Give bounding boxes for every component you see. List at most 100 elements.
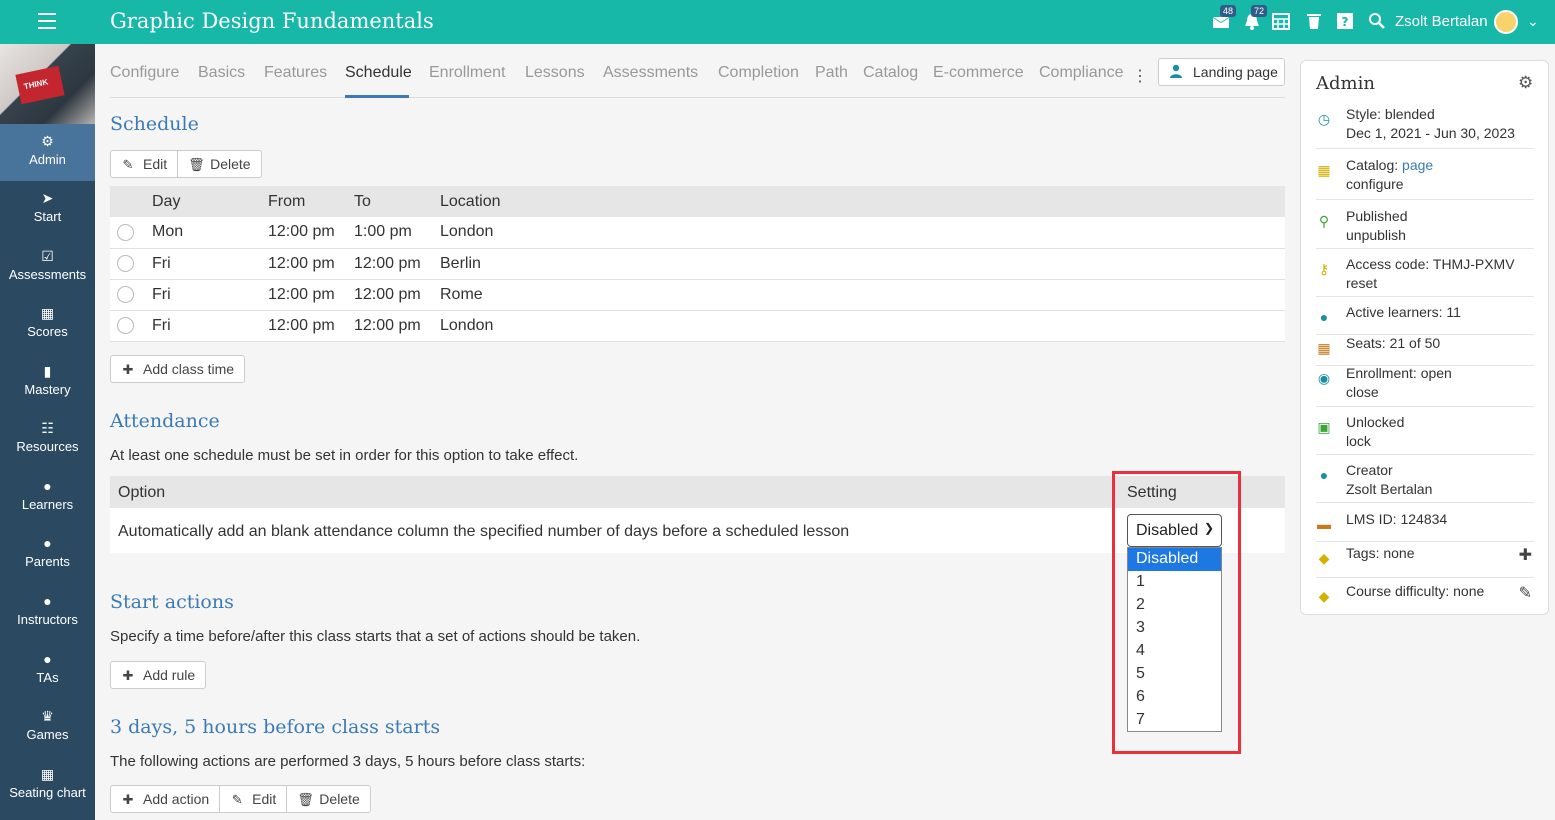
schedule-table: Day From To Location Mon 12:00 pm 1:00 p… [110, 186, 1285, 342]
row-radio[interactable] [117, 285, 134, 303]
trash-icon: 🗑 [297, 792, 314, 807]
delete-button[interactable]: 🗑 Delete [178, 151, 260, 177]
sidebar-item-learners[interactable]: ● Learners [0, 469, 95, 526]
reset-link[interactable]: reset [1346, 275, 1377, 291]
sidebar-item-parents[interactable]: ● Parents [0, 526, 95, 583]
tab-catalog[interactable]: Catalog [863, 64, 918, 82]
admin-panel-title: Admin [1316, 73, 1375, 94]
sidebar-item-scores[interactable]: ▦ Scores [0, 296, 95, 353]
sidebar-item-mastery[interactable]: ▮ Mastery [0, 354, 95, 411]
column-header: Option [118, 484, 166, 501]
table-icon: ▦ [40, 305, 55, 321]
table-row: Mon 12:00 pm 1:00 pm London [110, 217, 1285, 249]
catalog-configure-link[interactable]: configure [1346, 176, 1404, 192]
seats-icon: ▦ [1317, 340, 1331, 356]
sidebar-item-assessments[interactable]: ☑ Assessments [0, 239, 95, 296]
unpublish-link[interactable]: unpublish [1346, 227, 1406, 243]
notifications-icon[interactable]: 72 [1242, 5, 1268, 32]
menu-icon[interactable] [38, 13, 56, 29]
add-tag-icon[interactable]: ✚ [1519, 545, 1532, 565]
tab-enrollment[interactable]: Enrollment [429, 64, 505, 82]
attendance-heading: Attendance [110, 410, 220, 432]
person-icon: ● [43, 478, 52, 494]
rule-note: The following actions are performed 3 da… [110, 753, 586, 770]
lock-link[interactable]: lock [1346, 433, 1371, 449]
landing-page-button[interactable]: Landing page [1158, 58, 1285, 86]
table-row: Automatically add an blank attendance co… [110, 508, 1285, 553]
add-action-button[interactable]: ✚ Add action [111, 786, 221, 812]
tab-basics[interactable]: Basics [198, 64, 245, 82]
tab-compliance[interactable]: Compliance [1039, 64, 1123, 82]
more-icon[interactable]: ⋮ [1132, 66, 1148, 86]
tab-path[interactable]: Path [815, 64, 848, 82]
row-radio[interactable] [117, 254, 134, 272]
avatar[interactable] [1494, 10, 1518, 34]
search-icon: ⚲ [1318, 213, 1330, 229]
lms-id-item: ▬ LMS ID: 124834 [1316, 511, 1534, 542]
sidebar-item-start[interactable]: ➤ Start [0, 181, 95, 238]
table-row: Fri 12:00 pm 12:00 pm Rome [110, 279, 1285, 311]
tab-completion[interactable]: Completion [718, 64, 799, 82]
edit-difficulty-icon[interactable]: ✎ [1519, 583, 1532, 603]
sidebar-item-instructors[interactable]: ● Instructors [0, 584, 95, 641]
sidebar-item-games[interactable]: ♛ Games [0, 699, 95, 756]
table-row: Fri 12:00 pm 12:00 pm Berlin [110, 248, 1285, 280]
checkbox-icon: ☑ [41, 248, 54, 264]
close-enrollment-link[interactable]: close [1346, 384, 1379, 400]
search-icon[interactable] [1368, 12, 1388, 32]
tab-lessons[interactable]: Lessons [525, 64, 585, 82]
bar-chart-icon: ▮ [43, 363, 52, 379]
tab-assessments[interactable]: Assessments [603, 64, 698, 82]
help-icon[interactable]: ? [1337, 12, 1357, 32]
rule-heading: 3 days, 5 hours before class starts [110, 716, 441, 738]
tab-bar: Configure Basics Features Schedule Enrol… [110, 58, 1285, 98]
chevron-down-icon[interactable]: ⌄ [1527, 13, 1539, 30]
person-icon: ● [1319, 467, 1329, 483]
sidebar-item-tas[interactable]: ● TAs [0, 642, 95, 699]
add-class-time-button[interactable]: ✚ Add class time [111, 356, 244, 382]
person-icon: ● [43, 593, 52, 609]
attendance-table-header: Option Setting [110, 476, 1285, 508]
tab-features[interactable]: Features [264, 64, 327, 82]
creator-item: ● Creator Zsolt Bertalan [1316, 462, 1534, 503]
gear-icon[interactable]: ⚙ [1518, 73, 1533, 93]
person-icon: ● [43, 535, 52, 551]
pencil-icon: ✎ [231, 792, 243, 807]
tab-configure[interactable]: Configure [110, 64, 179, 82]
trash-icon[interactable] [1305, 12, 1325, 32]
add-rule-group: ✚ Add rule [110, 661, 207, 689]
attendance-option-text: Automatically add an blank attendance co… [118, 523, 850, 540]
table-row: Fri 12:00 pm 12:00 pm London [110, 310, 1285, 342]
catalog-page-link[interactable]: page [1402, 157, 1433, 173]
sidebar-item-admin[interactable]: ⚙ Admin [0, 124, 95, 181]
schedule-heading: Schedule [110, 113, 199, 135]
active-tab-indicator [345, 95, 409, 98]
published-item: ⚲ Published unpublish [1316, 208, 1534, 249]
database-icon: ▬ [1317, 516, 1331, 532]
style-item: ◷ Style: blended Dec 1, 2021 - Jun 30, 2… [1316, 106, 1534, 149]
person-icon [1169, 64, 1183, 81]
delete-button[interactable]: 🗑 Delete [287, 786, 369, 812]
row-radio[interactable] [117, 223, 134, 241]
row-radio[interactable] [117, 316, 134, 334]
calendar-icon[interactable] [1272, 12, 1292, 32]
creator-link[interactable]: Zsolt Bertalan [1346, 481, 1432, 497]
clock-icon: ◷ [1317, 111, 1331, 127]
sidebar-item-seating-chart[interactable]: ▦ Seating chart [0, 757, 95, 814]
arrow-icon: ➤ [41, 190, 54, 206]
edit-button[interactable]: ✎ Edit [111, 151, 179, 177]
tab-schedule[interactable]: Schedule [345, 64, 412, 82]
unlocked-item: ▣ Unlocked lock [1316, 414, 1534, 455]
course-thumbnail[interactable]: THINK [0, 44, 95, 124]
tag-icon: ◆ [1318, 588, 1330, 604]
tab-ecommerce[interactable]: E-commerce [933, 64, 1024, 82]
messages-icon[interactable]: 48 [1211, 5, 1237, 32]
svg-text:?: ? [1342, 15, 1349, 29]
sidebar-item-resources[interactable]: ☷ Resources [0, 411, 95, 468]
edit-button[interactable]: ✎ Edit [220, 786, 288, 812]
user-name[interactable]: Zsolt Bertalan [1395, 13, 1488, 30]
add-rule-button[interactable]: ✚ Add rule [111, 662, 205, 688]
plus-icon: ✚ [122, 668, 134, 683]
books-icon: ☷ [41, 420, 54, 436]
plus-icon: ✚ [122, 792, 134, 807]
